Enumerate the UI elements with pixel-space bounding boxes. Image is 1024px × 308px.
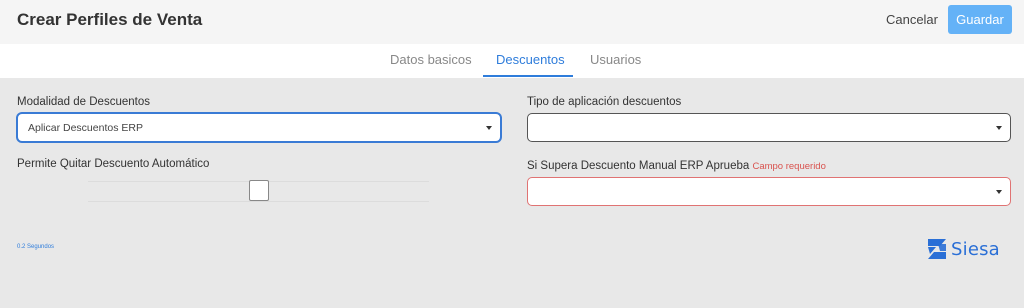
load-time-text: 0.2 Segundos — [17, 244, 55, 250]
tipo-aplicacion-label: Tipo de aplicación descuentos — [527, 96, 682, 108]
chevron-down-icon — [996, 126, 1002, 130]
tab-bar: Datos basicos Descuentos Usuarios — [0, 44, 1024, 78]
tab-datos-basicos[interactable]: Datos basicos — [390, 52, 472, 67]
modalidad-value: Aplicar Descuentos ERP — [28, 122, 143, 134]
required-error-text: Campo requerido — [752, 161, 826, 172]
permite-quitar-checkbox[interactable] — [249, 180, 269, 201]
page-header: Crear Perfiles de Venta Cancelar Guardar — [0, 0, 1024, 44]
page-title: Crear Perfiles de Venta — [17, 10, 203, 29]
tipo-aplicacion-select[interactable] — [527, 113, 1011, 142]
save-button[interactable]: Guardar — [948, 5, 1012, 34]
tab-usuarios[interactable]: Usuarios — [590, 52, 641, 67]
chevron-down-icon — [486, 126, 492, 130]
siesa-logo-icon — [928, 239, 946, 259]
supera-descuento-label: Si Supera Descuento Manual ERP Aprueba — [527, 160, 750, 172]
siesa-logo: Siesa — [926, 238, 1000, 260]
cancel-button[interactable]: Cancelar — [886, 12, 938, 27]
tab-descuentos[interactable]: Descuentos — [496, 52, 565, 67]
chevron-down-icon — [996, 190, 1002, 194]
modalidad-select[interactable]: Aplicar Descuentos ERP — [17, 113, 501, 142]
modalidad-label: Modalidad de Descuentos — [17, 96, 150, 108]
permite-quitar-label: Permite Quitar Descuento Automático — [17, 158, 210, 170]
brand-name: Siesa — [951, 238, 1000, 260]
supera-descuento-select[interactable] — [527, 177, 1011, 206]
supera-descuento-label-row: Si Supera Descuento Manual ERP Aprueba C… — [527, 160, 826, 172]
active-tab-indicator — [483, 75, 573, 77]
